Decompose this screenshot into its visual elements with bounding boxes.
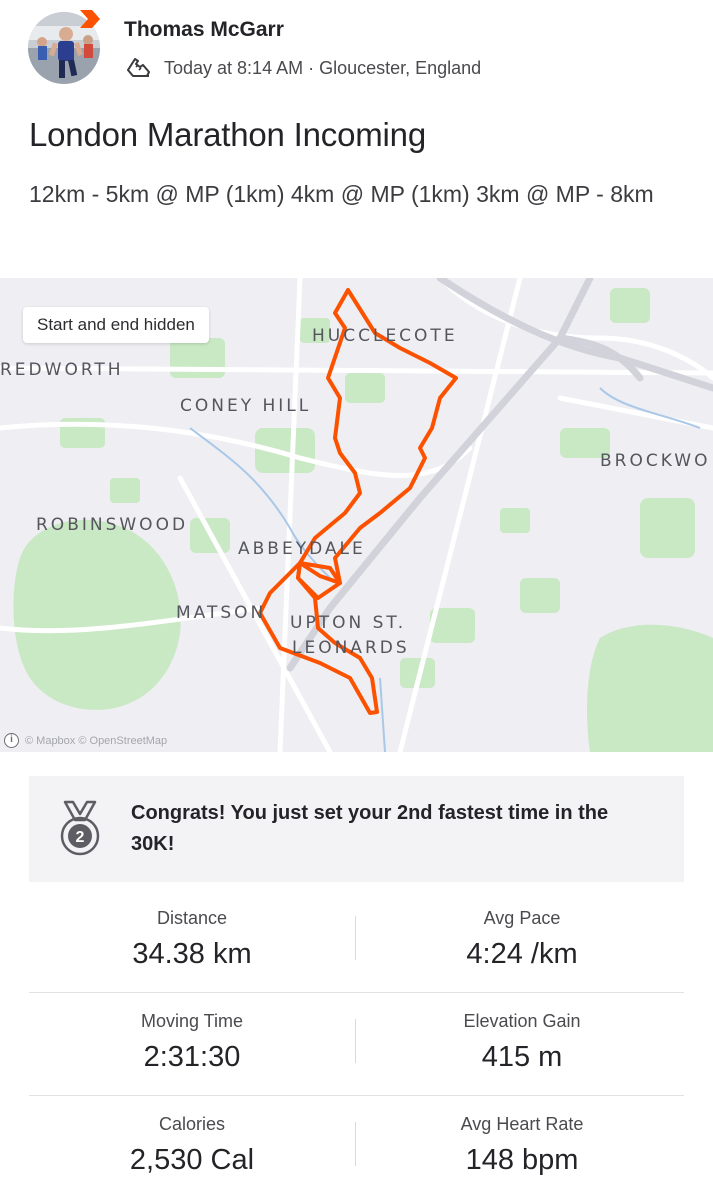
stat-avg-heart-rate: Avg Heart Rate 148 bpm <box>359 1096 685 1177</box>
stat-label: Calories <box>158 1114 226 1134</box>
stat-label: Elevation Gain <box>463 1011 581 1031</box>
stat-distance: Distance 34.38 km <box>29 890 355 971</box>
stat-label: Avg Pace <box>483 908 561 928</box>
stat-value: 415 m <box>481 1041 563 1073</box>
stat-label: Moving Time <box>140 1011 244 1031</box>
map-label-brockworth: BROCKWO <box>600 451 710 471</box>
strava-subscriber-badge-icon <box>80 10 100 28</box>
activity-header: Thomas McGarr Today at 8:14 AM · Glouces… <box>0 0 713 110</box>
stat-value: 148 bpm <box>465 1144 579 1176</box>
map-label-matson: MATSON <box>176 603 266 623</box>
map-attribution-text: © Mapbox © OpenStreetMap <box>25 734 168 747</box>
route-map[interactable]: HUCCLECOTE REDWORTH CONEY HILL BROCKWO R… <box>0 278 713 752</box>
map-label-upton-line2: LEONARDS <box>292 638 410 658</box>
stat-divider <box>355 1122 356 1166</box>
stat-label: Avg Heart Rate <box>460 1114 584 1134</box>
activity-time-location: Today at 8:14 AM · Gloucester, England <box>164 57 482 78</box>
stat-calories: Calories 2,530 Cal <box>29 1096 355 1177</box>
info-icon[interactable]: i <box>4 733 19 748</box>
map-label-coney-hill: CONEY HILL <box>180 396 311 416</box>
stat-divider <box>355 916 356 960</box>
stat-avg-pace: Avg Pace 4:24 /km <box>359 890 685 971</box>
start-end-hidden-chip: Start and end hidden <box>23 307 209 343</box>
map-label-redworth: REDWORTH <box>0 360 124 380</box>
svg-text:2: 2 <box>76 829 85 846</box>
activity-title[interactable]: London Marathon Incoming <box>29 116 426 154</box>
activity-description: 12km - 5km @ MP (1km) 4km @ MP (1km) 3km… <box>29 181 654 207</box>
stats-row: Calories 2,530 Cal Avg Heart Rate 148 bp… <box>29 1096 684 1198</box>
stat-elevation-gain: Elevation Gain 415 m <box>359 993 685 1074</box>
athlete-name[interactable]: Thomas McGarr <box>124 18 284 42</box>
stats-row: Distance 34.38 km Avg Pace 4:24 /km <box>29 890 684 993</box>
stat-divider <box>355 1019 356 1063</box>
activity-stats: Distance 34.38 km Avg Pace 4:24 /km Movi… <box>29 890 684 1198</box>
achievement-text: Congrats! You just set your 2nd fastest … <box>131 802 609 855</box>
stat-value: 2,530 Cal <box>129 1144 255 1176</box>
running-shoe-icon <box>127 58 150 77</box>
map-canvas: HUCCLECOTE REDWORTH CONEY HILL BROCKWO R… <box>0 278 713 752</box>
stat-value: 4:24 /km <box>466 938 578 970</box>
map-label-upton-line1: UPTON ST. <box>290 613 406 633</box>
stat-value: 34.38 km <box>132 938 252 970</box>
map-label-robinswood: ROBINSWOOD <box>36 515 188 535</box>
stat-moving-time: Moving Time 2:31:30 <box>29 993 355 1074</box>
stats-row: Moving Time 2:31:30 Elevation Gain 415 m <box>29 993 684 1096</box>
map-label-hucclecote: HUCCLECOTE <box>312 326 458 346</box>
map-label-abbeydale: ABBEYDALE <box>238 539 366 559</box>
stat-value: 2:31:30 <box>143 1041 241 1073</box>
achievement-banner[interactable]: 2 Congrats! You just set your 2nd fastes… <box>29 776 684 882</box>
map-attribution[interactable]: i © Mapbox © OpenStreetMap <box>4 733 167 748</box>
activity-meta: Today at 8:14 AM · Gloucester, England <box>124 55 481 81</box>
silver-medal-2-icon: 2 <box>60 800 100 856</box>
stat-label: Distance <box>156 908 228 928</box>
